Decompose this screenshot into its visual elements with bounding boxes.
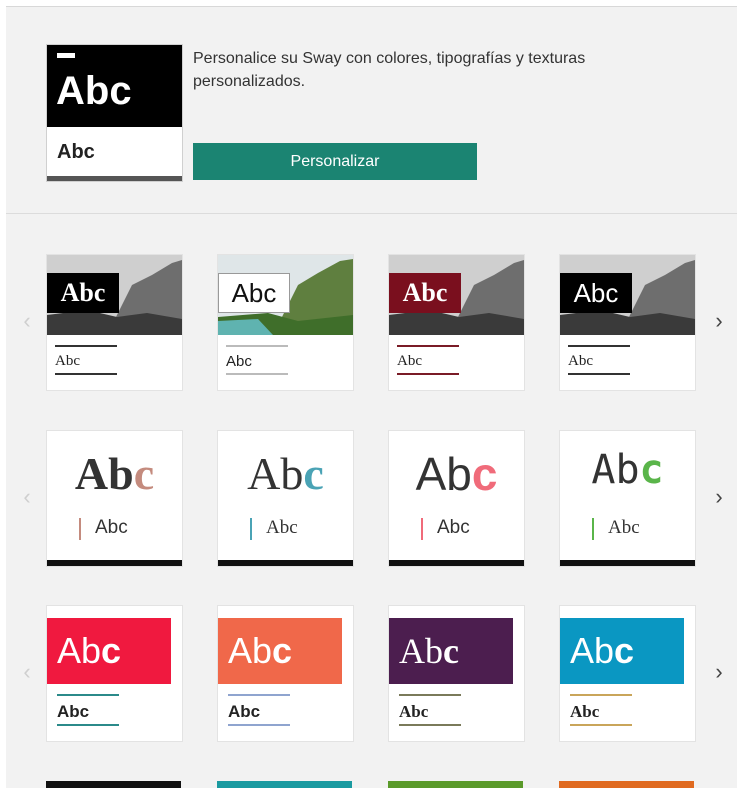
bottom-line (389, 560, 524, 566)
style-sub-label: Abc (570, 702, 600, 721)
style-line-top (55, 345, 117, 347)
label-accent: c (133, 448, 155, 499)
accent-bar (421, 518, 423, 540)
label-accent: c (639, 447, 664, 493)
style-sub-label: Abc (57, 702, 90, 721)
style-line-top (226, 345, 288, 347)
style-card[interactable]: Abc Abc (388, 605, 525, 742)
style-line-top (397, 345, 459, 347)
style-card[interactable]: Abc Abc (46, 254, 183, 391)
accent-line-bottom (228, 724, 290, 726)
label-main: Ab (570, 630, 615, 671)
bottom-line (560, 560, 695, 566)
label-accent: c (303, 448, 324, 499)
color-block: Ab c (560, 618, 684, 684)
chevron-right-icon[interactable]: › (712, 486, 726, 508)
style-tag: Abc (560, 273, 632, 313)
style-tag: Abc (47, 273, 119, 313)
customize-button[interactable]: Personalizar (193, 143, 477, 180)
style-sub-label: Abc (437, 517, 470, 538)
thumbnail-underline (47, 176, 182, 181)
chevron-right-icon[interactable]: › (712, 310, 726, 332)
color-block: Ab c (389, 618, 513, 684)
accent-line-top (570, 694, 632, 696)
label-accent: c (443, 631, 459, 671)
style-sub-label: Abc (608, 517, 640, 538)
style-row-1: ‹ Abc Abc Abc Abc Abc Abc Abc Abc › (6, 254, 737, 392)
chevron-right-icon[interactable]: › (712, 661, 726, 683)
style-sub-label: Abc (55, 353, 80, 369)
style-sub-label: Abc (226, 353, 252, 370)
style-line-bottom (226, 373, 288, 375)
style-sub-label: Abc (95, 517, 128, 538)
style-tag: Abc (218, 273, 290, 313)
style-sub-label: Abc (266, 517, 298, 538)
label-main: Ab (399, 631, 443, 671)
label-main: Ab (415, 448, 472, 500)
label-main: Ab (228, 630, 273, 671)
accent-line-top (228, 694, 290, 696)
divider (6, 213, 737, 214)
style-sub-label: Abc (568, 353, 593, 369)
color-block: Ab c (218, 618, 342, 684)
accent-line-bottom (399, 724, 461, 726)
bottom-line (218, 560, 353, 566)
label-accent: c (272, 630, 293, 671)
style-card[interactable]: Abc Abc (217, 605, 354, 742)
style-big-label: Abc (389, 447, 524, 501)
chevron-left-icon[interactable]: ‹ (20, 486, 34, 508)
style-card[interactable]: Abc Abc (217, 430, 354, 567)
styles-panel: Abc Abc Personalice su Sway con colores,… (6, 6, 737, 788)
label-main: Ab (247, 448, 304, 499)
label-accent: c (614, 630, 635, 671)
style-line-bottom (55, 373, 117, 375)
style-card[interactable]: Abc Abc (559, 430, 696, 567)
thumbnail-bar (57, 53, 75, 58)
style-card[interactable]: Abc Abc (388, 430, 525, 567)
current-style-thumbnail[interactable]: Abc Abc (46, 44, 183, 182)
style-card[interactable]: Abc Abc (46, 430, 183, 567)
customize-description: Personalice su Sway con colores, tipogra… (193, 50, 586, 90)
chevron-left-icon[interactable]: ‹ (20, 310, 34, 332)
color-block: Ab c (47, 618, 171, 684)
accent-line-bottom (57, 724, 119, 726)
style-row-3: ‹ Ab c Abc Ab c Abc Ab c Abc Ab c Abc › (6, 605, 737, 743)
style-sub-label: Abc (399, 702, 429, 721)
label-accent: c (101, 630, 122, 671)
label-main: Ab (74, 448, 134, 499)
style-big-label: Abc (218, 447, 353, 500)
label-main: Ab (591, 447, 640, 493)
style-line-top (568, 345, 630, 347)
label-main: Ab (57, 630, 102, 671)
style-big-label: Abc (560, 447, 695, 493)
style-sub-label: Abc (397, 353, 422, 369)
style-card[interactable]: Abc Abc (559, 254, 696, 391)
accent-line-top (399, 694, 461, 696)
style-card[interactable]: Abc Abc (388, 254, 525, 391)
style-card[interactable]: Abc Abc (217, 254, 354, 391)
thumbnail-big-label: Abc (56, 69, 132, 113)
thumbnail-small-label: Abc (57, 141, 95, 163)
style-card[interactable]: Abc Abc (559, 605, 696, 742)
style-big-label: Abc (47, 447, 182, 500)
accent-line-bottom (570, 724, 632, 726)
accent-line-top (57, 694, 119, 696)
accent-bar (79, 518, 81, 540)
accent-bar (592, 518, 594, 540)
label-accent: c (471, 448, 498, 500)
style-card[interactable]: Abc Abc (46, 605, 183, 742)
style-sub-label: Abc (228, 702, 261, 721)
style-row-2: ‹ Abc Abc Abc Abc Abc Abc Abc Abc › (6, 430, 737, 568)
chevron-left-icon[interactable]: ‹ (20, 661, 34, 683)
accent-bar (250, 518, 252, 540)
style-line-bottom (397, 373, 459, 375)
bottom-line (47, 560, 182, 566)
style-line-bottom (568, 373, 630, 375)
style-tag: Abc (389, 273, 461, 313)
